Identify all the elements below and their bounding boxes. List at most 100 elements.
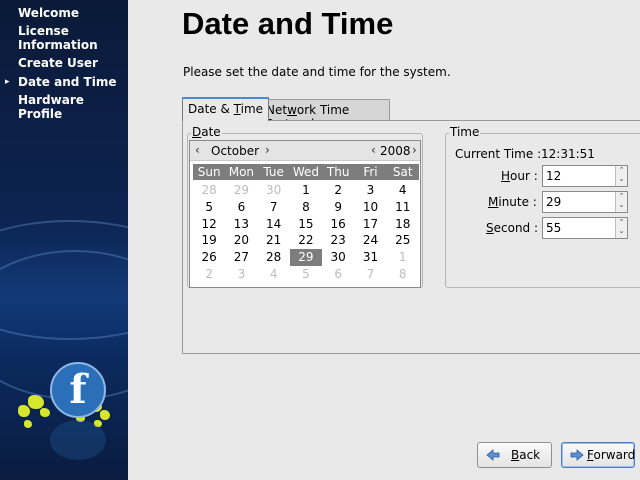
calendar-day[interactable]: 15 (290, 216, 322, 233)
calendar-day[interactable]: 2 (193, 266, 225, 283)
current-time-value: 12:31:51 (541, 147, 595, 161)
calendar-day[interactable]: 3 (354, 182, 386, 199)
calendar-day-selected[interactable]: 29 (289, 249, 323, 266)
calendar-day[interactable]: 6 (225, 199, 257, 216)
calendar-day[interactable]: 29 (225, 182, 257, 199)
logo-reflection (50, 420, 106, 460)
calendar-day[interactable]: 22 (290, 232, 322, 249)
calendar-week-row: 19 20 21 22 23 24 25 (193, 232, 419, 249)
label-accel: M (488, 195, 499, 209)
calendar-day[interactable]: 17 (354, 216, 386, 233)
prev-year-icon[interactable]: ‹ (371, 143, 376, 157)
sidebar-step-hardware-profile: Hardware Profile (18, 93, 84, 121)
label-text: econd : (493, 221, 539, 235)
label-text: ack (519, 448, 541, 462)
forward-arrow-icon (570, 449, 584, 461)
forward-button-label: Forward (587, 448, 635, 462)
calendar-week-row: 28 29 30 1 2 3 4 (193, 182, 419, 199)
calendar-day[interactable]: 6 (322, 266, 354, 283)
calendar-day[interactable]: 28 (258, 249, 290, 266)
tab-label: Net (266, 103, 288, 117)
label-accel: D (192, 125, 202, 139)
calendar-month: October (211, 144, 260, 158)
calendar-day[interactable]: 7 (354, 266, 386, 283)
calendar-day[interactable]: 8 (387, 266, 419, 283)
calendar-day[interactable]: 11 (387, 199, 419, 216)
calendar-day[interactable]: 27 (225, 249, 257, 266)
calendar-year: 2008 (380, 144, 411, 158)
bubble-decoration (18, 405, 30, 417)
next-month-icon[interactable]: › (265, 143, 270, 157)
calendar-day[interactable]: 4 (258, 266, 290, 283)
sidebar: Welcome License Information Create User … (0, 0, 128, 480)
calendar-week-row: 26 27 28 29 30 31 1 (193, 249, 419, 266)
calendar[interactable]: ‹ October › ‹ 2008 › Sun Mon Tue Wed Thu Fri S… (189, 140, 421, 288)
calendar-day[interactable]: 18 (387, 216, 419, 233)
calendar-day[interactable]: 1 (290, 182, 322, 199)
calendar-day[interactable]: 12 (193, 216, 225, 233)
logo-letter: f (69, 366, 87, 413)
tab-date-and-time[interactable]: Date & Time (182, 97, 270, 121)
hour-spin-field[interactable]: 12 ⌃ ⌄ (542, 165, 628, 187)
tab-label-accel: w (287, 103, 297, 117)
second-label: Second : (486, 221, 538, 235)
weekday-header: Tue (263, 165, 284, 179)
calendar-day[interactable]: 4 (387, 182, 419, 199)
calendar-day[interactable]: 10 (354, 199, 386, 216)
weekday-header: Wed (292, 165, 320, 179)
calendar-days: 28 29 30 1 2 3 4 5 6 7 8 9 10 11 12 13 14 15 16 17 18 19 20 21 2… (193, 182, 419, 283)
calendar-day[interactable]: 23 (322, 232, 354, 249)
calendar-day[interactable]: 1 (387, 249, 419, 266)
calendar-week-row: 5 6 7 8 9 10 11 (193, 199, 419, 216)
main-content: Date and Time Please set the date and ti… (128, 0, 640, 480)
minute-label: Minute : (488, 195, 537, 209)
prev-month-icon[interactable]: ‹ (195, 143, 200, 157)
back-button[interactable]: Back (477, 442, 552, 468)
label-accel: B (511, 448, 520, 462)
calendar-day[interactable]: 13 (225, 216, 257, 233)
label-accel: S (486, 221, 494, 235)
sidebar-step-date-and-time: Date and Time (18, 75, 117, 89)
spin-up-down-icon[interactable]: ⌃ ⌄ (615, 166, 627, 186)
calendar-day[interactable]: 16 (322, 216, 354, 233)
weekday-header: Sun (197, 165, 221, 179)
next-year-icon[interactable]: › (412, 143, 417, 157)
calendar-day[interactable]: 5 (290, 266, 322, 283)
second-spin-field[interactable]: 55 ⌃ ⌄ (542, 217, 628, 239)
minute-spin-field[interactable]: 29 ⌃ ⌄ (542, 191, 628, 213)
calendar-day[interactable]: 24 (354, 232, 386, 249)
calendar-day[interactable]: 26 (193, 249, 225, 266)
calendar-day[interactable]: 2 (322, 182, 354, 199)
page-title: Date and Time (182, 6, 394, 41)
calendar-day[interactable]: 5 (193, 199, 225, 216)
calendar-day[interactable]: 8 (290, 199, 322, 216)
sidebar-step-create-user: Create User (18, 56, 98, 70)
calendar-day[interactable]: 30 (322, 249, 354, 266)
triangle-right-icon: ▸ (5, 77, 10, 87)
second-value: 55 (546, 221, 562, 235)
back-arrow-icon (486, 449, 500, 461)
fedora-logo-icon: f (50, 362, 106, 418)
calendar-day[interactable]: 20 (225, 232, 257, 249)
calendar-day[interactable]: 14 (258, 216, 290, 233)
calendar-day[interactable]: 9 (322, 199, 354, 216)
spin-up-down-icon[interactable]: ⌃ ⌄ (615, 192, 627, 212)
label-text: inute : (498, 195, 537, 209)
calendar-day[interactable]: 30 (258, 182, 290, 199)
back-button-label: Back (511, 448, 540, 462)
calendar-day[interactable]: 7 (258, 199, 290, 216)
calendar-day[interactable]: 25 (387, 232, 419, 249)
forward-button[interactable]: Forward (561, 442, 635, 468)
time-frame: Time Current Time : 12:31:51 Hour : 12 ⌃… (445, 125, 640, 288)
calendar-day[interactable]: 21 (258, 232, 290, 249)
spin-up-down-icon[interactable]: ⌃ ⌄ (615, 218, 627, 238)
weekday-header: Fri (363, 165, 378, 179)
calendar-day[interactable]: 31 (354, 249, 386, 266)
date-frame-label: Date (191, 125, 222, 139)
time-frame-label: Time (449, 125, 481, 139)
tab-network-time-protocol[interactable]: Network Time Protocol (260, 99, 390, 131)
calendar-day[interactable]: 19 (193, 232, 225, 249)
calendar-day[interactable]: 28 (193, 182, 225, 199)
calendar-weekday-row: Sun Mon Tue Wed Thu Fri Sat (193, 164, 419, 180)
calendar-day[interactable]: 3 (225, 266, 257, 283)
